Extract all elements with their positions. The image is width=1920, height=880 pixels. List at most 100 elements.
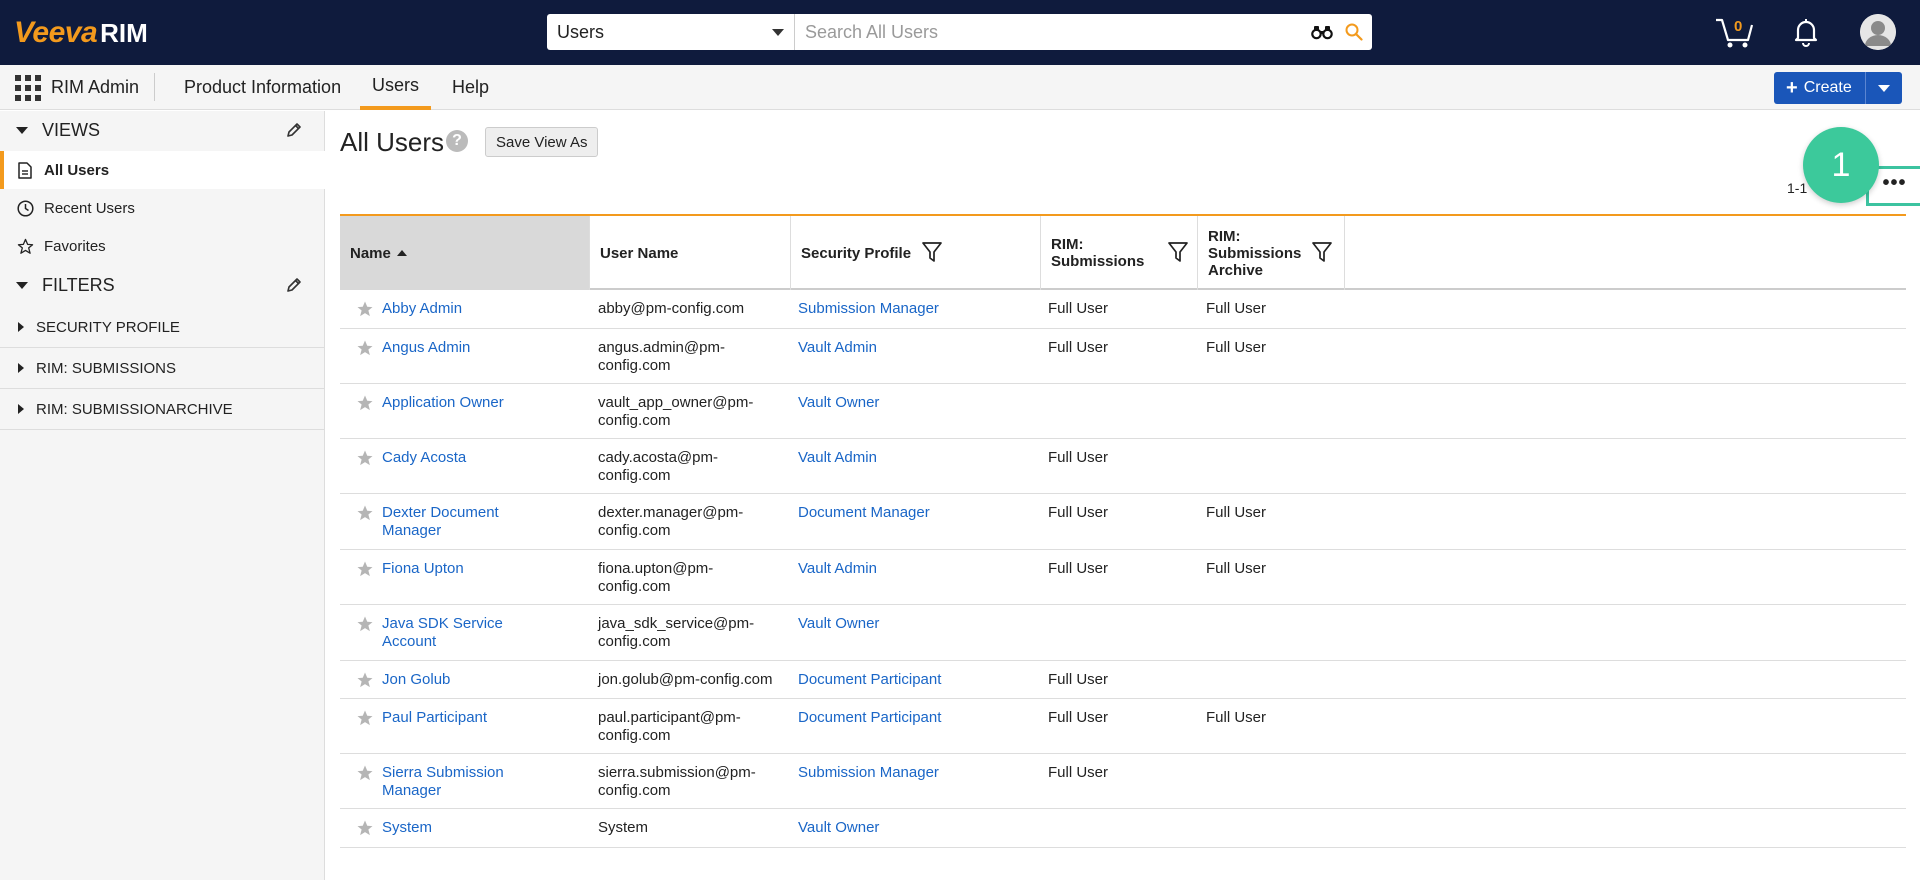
favorite-star-icon[interactable] bbox=[356, 504, 374, 522]
tab-label: Users bbox=[372, 75, 420, 95]
binoculars-icon[interactable] bbox=[1308, 14, 1336, 50]
user-username: System bbox=[598, 819, 649, 836]
rim-submissions-value: Full User bbox=[1048, 560, 1109, 577]
security-profile-link[interactable]: Submission Manager bbox=[798, 764, 1028, 782]
user-name-link[interactable]: Fiona Upton bbox=[382, 560, 532, 578]
sidebar-item-favorites[interactable]: Favorites bbox=[0, 227, 325, 265]
filter-funnel-icon[interactable] bbox=[1168, 241, 1188, 263]
user-username: angus.admin@pm-config.com bbox=[598, 339, 725, 374]
filter-rim-submissionarchive[interactable]: RIM: SUBMISSIONARCHIVE bbox=[0, 389, 325, 430]
veeva-rim-logo[interactable]: Veeva RIM bbox=[14, 16, 148, 50]
favorite-star-icon[interactable] bbox=[356, 394, 374, 412]
user-username: dexter.manager@pm-config.com bbox=[598, 504, 744, 539]
favorite-star-icon[interactable] bbox=[356, 449, 374, 467]
user-username: sierra.submission@pm-config.com bbox=[598, 764, 756, 799]
rim-submissions-value: Full User bbox=[1048, 449, 1109, 466]
help-icon[interactable]: ? bbox=[446, 130, 468, 152]
user-name-link[interactable]: System bbox=[382, 819, 532, 837]
views-title: VIEWS bbox=[42, 119, 101, 140]
user-username: jon.golub@pm-config.com bbox=[598, 671, 773, 688]
security-profile-link[interactable]: Vault Admin bbox=[798, 339, 1028, 357]
user-name-link[interactable]: Application Owner bbox=[382, 394, 532, 412]
filter-security-profile[interactable]: SECURITY PROFILE bbox=[0, 307, 325, 348]
user-name-link[interactable]: Abby Admin bbox=[382, 300, 532, 318]
search-scope-select[interactable]: Users bbox=[547, 14, 795, 50]
tab-help[interactable]: Help bbox=[440, 65, 501, 110]
favorite-star-icon[interactable] bbox=[356, 819, 374, 837]
filter-label: RIM: SUBMISSIONARCHIVE bbox=[36, 400, 233, 418]
global-search: Users bbox=[547, 14, 1372, 50]
users-table: Name User Name Security Profile RIM: Sub… bbox=[340, 214, 1906, 848]
security-profile-link[interactable]: Document Participant bbox=[798, 671, 1028, 689]
filter-funnel-icon[interactable] bbox=[922, 241, 942, 263]
rim-submissions-archive-value: Full User bbox=[1206, 709, 1267, 726]
app-launcher-icon[interactable] bbox=[15, 75, 41, 101]
user-name-link[interactable]: Sierra Submission Manager bbox=[382, 764, 532, 800]
favorite-star-icon[interactable] bbox=[356, 764, 374, 782]
logo-brand: Veeva bbox=[14, 16, 98, 49]
app-name[interactable]: RIM Admin bbox=[51, 77, 139, 98]
cart-count: 0 bbox=[1734, 18, 1743, 35]
edit-filters-pencil-icon[interactable] bbox=[285, 276, 303, 294]
collapse-caret-icon bbox=[16, 126, 28, 134]
cart-icon[interactable]: 0 bbox=[1714, 14, 1758, 50]
favorite-star-icon[interactable] bbox=[356, 671, 374, 689]
user-username: paul.participant@pm-config.com bbox=[598, 709, 741, 744]
column-header-rim-submissions[interactable]: RIM: Submissions bbox=[1041, 216, 1198, 290]
search-input[interactable] bbox=[795, 14, 1308, 50]
tab-users[interactable]: Users bbox=[360, 65, 432, 110]
security-profile-link[interactable]: Vault Admin bbox=[798, 560, 1028, 578]
security-profile-link[interactable]: Document Participant bbox=[798, 709, 1028, 727]
page-title: All Users bbox=[340, 127, 445, 157]
user-name-link[interactable]: Cady Acosta bbox=[382, 449, 532, 467]
user-name-link[interactable]: Angus Admin bbox=[382, 339, 532, 357]
table-row: Abby Admin abby@pm-config.com Submission M… bbox=[340, 290, 1906, 329]
search-icon[interactable] bbox=[1336, 14, 1372, 50]
sort-ascending-icon bbox=[396, 250, 407, 256]
sidebar-item-recent-users[interactable]: Recent Users bbox=[0, 189, 325, 227]
column-header-rim-submissions-archive[interactable]: RIM: Submissions Archive bbox=[1198, 216, 1345, 290]
save-view-as-button[interactable]: Save View As bbox=[485, 127, 599, 157]
column-header-name[interactable]: Name bbox=[340, 216, 590, 290]
column-header-security-profile[interactable]: Security Profile bbox=[791, 216, 1041, 290]
tab-product-information[interactable]: Product Information bbox=[172, 65, 353, 110]
user-name-link[interactable]: Java SDK Service Account bbox=[382, 615, 532, 651]
rim-submissions-value: Full User bbox=[1048, 504, 1109, 521]
user-name-link[interactable]: Dexter Document Manager bbox=[382, 504, 532, 540]
user-name-link[interactable]: Jon Golub bbox=[382, 671, 532, 689]
create-button[interactable]: + Create bbox=[1774, 72, 1866, 104]
pagination-info: 1-1 bbox=[1787, 180, 1808, 196]
user-username: fiona.upton@pm-config.com bbox=[598, 560, 714, 595]
security-profile-link[interactable]: Document Manager bbox=[798, 504, 1028, 522]
user-name-link[interactable]: Paul Participant bbox=[382, 709, 532, 727]
sidebar-item-all-users[interactable]: All Users bbox=[0, 151, 325, 189]
filter-rim-submissions[interactable]: RIM: SUBMISSIONS bbox=[0, 348, 325, 389]
column-header-user-name[interactable]: User Name bbox=[590, 216, 791, 290]
table-row: Application Owner vault_app_owner@pm-conf… bbox=[340, 384, 1906, 439]
bell-icon[interactable] bbox=[1790, 16, 1822, 48]
document-icon bbox=[16, 161, 34, 179]
favorite-star-icon[interactable] bbox=[356, 560, 374, 578]
security-profile-link[interactable]: Submission Manager bbox=[798, 300, 1028, 318]
sidebar-item-label: All Users bbox=[44, 161, 110, 179]
views-section-header[interactable]: VIEWS bbox=[0, 111, 325, 149]
table-row: Angus Admin angus.admin@pm-config.com Vaul… bbox=[340, 329, 1906, 384]
create-dropdown-button[interactable] bbox=[1866, 72, 1902, 104]
star-outline-icon bbox=[16, 237, 34, 255]
filter-funnel-icon[interactable] bbox=[1312, 241, 1332, 263]
avatar[interactable] bbox=[1860, 14, 1896, 50]
favorite-star-icon[interactable] bbox=[356, 709, 374, 727]
favorite-star-icon[interactable] bbox=[356, 615, 374, 633]
tab-label: Product Information bbox=[184, 77, 342, 97]
security-profile-link[interactable]: Vault Owner bbox=[798, 615, 1028, 633]
security-profile-link[interactable]: Vault Owner bbox=[798, 394, 1028, 412]
filters-title: FILTERS bbox=[42, 274, 115, 295]
favorite-star-icon[interactable] bbox=[356, 300, 374, 318]
column-label: User Name bbox=[600, 244, 679, 262]
security-profile-link[interactable]: Vault Owner bbox=[798, 819, 1028, 837]
security-profile-link[interactable]: Vault Admin bbox=[798, 449, 1028, 467]
chevron-down-icon bbox=[1878, 84, 1890, 92]
filters-section-header[interactable]: FILTERS bbox=[0, 266, 325, 304]
favorite-star-icon[interactable] bbox=[356, 339, 374, 357]
edit-views-pencil-icon[interactable] bbox=[285, 121, 303, 139]
